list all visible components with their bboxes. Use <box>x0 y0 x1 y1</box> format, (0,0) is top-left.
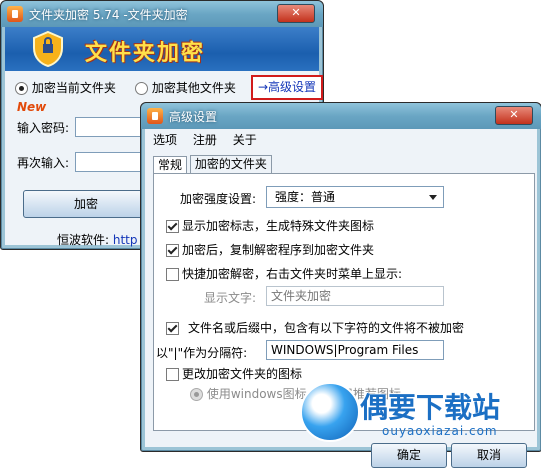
tab-general[interactable]: 常规 <box>153 156 188 174</box>
quick-decrypt-checkbox[interactable] <box>166 268 179 281</box>
display-text-input[interactable]: 文件夹加密 <box>266 286 444 306</box>
separator-input[interactable]: WINDOWS|Program Files <box>266 340 444 360</box>
advanced-dialog-title: 高级设置 <box>169 110 218 124</box>
menubar: 选项 注册 关于 <box>153 131 269 149</box>
exclude-chars-option[interactable]: 文件名或后缀中，包含有以下字符的文件将不被加密 <box>166 319 464 336</box>
show-marker-label: 显示加密标志，生成特殊文件夹图标 <box>182 219 375 233</box>
copy-decryptor-option[interactable]: 加密后，复制解密程序到加密文件夹 <box>166 241 374 258</box>
quick-decrypt-label: 快捷加密解密，右击文件夹时菜单上显示: <box>182 267 403 281</box>
change-icon-label: 更改加密文件夹的图标 <box>182 367 303 381</box>
radio-encrypt-current[interactable]: 加密当前文件夹 <box>15 81 116 95</box>
strength-value: 强度：普通 <box>275 190 336 204</box>
chevron-down-icon[interactable] <box>429 195 437 200</box>
show-marker-checkbox[interactable] <box>166 220 179 233</box>
windows-icon-option[interactable]: 使用windows图标 <box>190 385 307 402</box>
advanced-titlebar[interactable]: 高级设置 ✕ <box>141 103 541 129</box>
encrypt-button[interactable]: 加密 <box>23 190 149 218</box>
strength-label: 加密强度设置: <box>180 192 257 206</box>
tab-strip: 常规 加密的文件夹 <box>153 155 272 174</box>
new-badge: New <box>17 100 47 114</box>
menu-about[interactable]: 关于 <box>233 133 257 147</box>
password-label: 输入密码: <box>17 121 70 135</box>
copy-decryptor-label: 加密后，复制解密程序到加密文件夹 <box>182 243 375 257</box>
mode-radio-row: 加密当前文件夹 加密其他文件夹 →高级设置 <box>15 75 323 100</box>
shield-icon <box>33 30 63 68</box>
watermark-logo-icon <box>300 382 360 442</box>
radio-current-dot[interactable] <box>15 82 28 95</box>
show-marker-option[interactable]: 显示加密标志，生成特殊文件夹图标 <box>166 217 374 234</box>
radio-other-label: 加密其他文件夹 <box>151 81 236 95</box>
banner: 文件夹加密 <box>5 27 319 71</box>
radio-encrypt-other[interactable]: 加密其他文件夹 <box>135 79 236 96</box>
strength-select[interactable]: 强度：普通 <box>266 186 444 208</box>
close-icon[interactable]: ✕ <box>495 106 533 125</box>
main-window-title: 文件夹加密 5.74 -文件夹加密 <box>29 8 188 22</box>
change-icon-option[interactable]: 更改加密文件夹的图标 <box>166 365 302 382</box>
quick-decrypt-option[interactable]: 快捷加密解密，右击文件夹时菜单上显示: <box>166 265 402 282</box>
watermark-title: 偶要下载站 <box>360 391 501 424</box>
menu-register[interactable]: 注册 <box>193 133 217 147</box>
radio-current-label: 加密当前文件夹 <box>31 81 116 95</box>
footer: 恒波软件: http <box>57 231 138 248</box>
windows-icon-label: 使用windows图标 <box>206 387 307 401</box>
footer-text: 恒波软件: <box>57 233 110 247</box>
change-icon-checkbox[interactable] <box>166 368 179 381</box>
copy-decryptor-checkbox[interactable] <box>166 244 179 257</box>
main-titlebar[interactable]: 文件夹加密 5.74 -文件夹加密 ✕ <box>1 1 323 27</box>
windows-icon-radio[interactable] <box>190 388 203 401</box>
site-watermark: 偶要下载站 ouyaoxiazai.com <box>300 382 540 448</box>
radio-other-dot[interactable] <box>135 82 148 95</box>
display-text-label: 显示文字: <box>204 291 257 305</box>
exclude-chars-checkbox[interactable] <box>166 322 179 335</box>
app-icon <box>7 6 23 22</box>
exclude-chars-label: 文件名或后缀中，包含有以下字符的文件将不被加密 <box>188 321 465 335</box>
close-icon[interactable]: ✕ <box>277 4 315 23</box>
watermark-url: ouyaoxiazai.com <box>382 424 498 438</box>
menu-options[interactable]: 选项 <box>153 133 177 147</box>
app-icon <box>147 108 163 124</box>
advanced-settings-link[interactable]: →高级设置 <box>251 75 323 100</box>
separator-label: 以"|"作为分隔符: <box>156 346 248 360</box>
banner-title: 文件夹加密 <box>85 41 206 66</box>
confirm-label: 再次输入: <box>17 156 70 170</box>
tab-encrypted-folders[interactable]: 加密的文件夹 <box>189 155 272 173</box>
footer-link[interactable]: http <box>113 233 138 247</box>
